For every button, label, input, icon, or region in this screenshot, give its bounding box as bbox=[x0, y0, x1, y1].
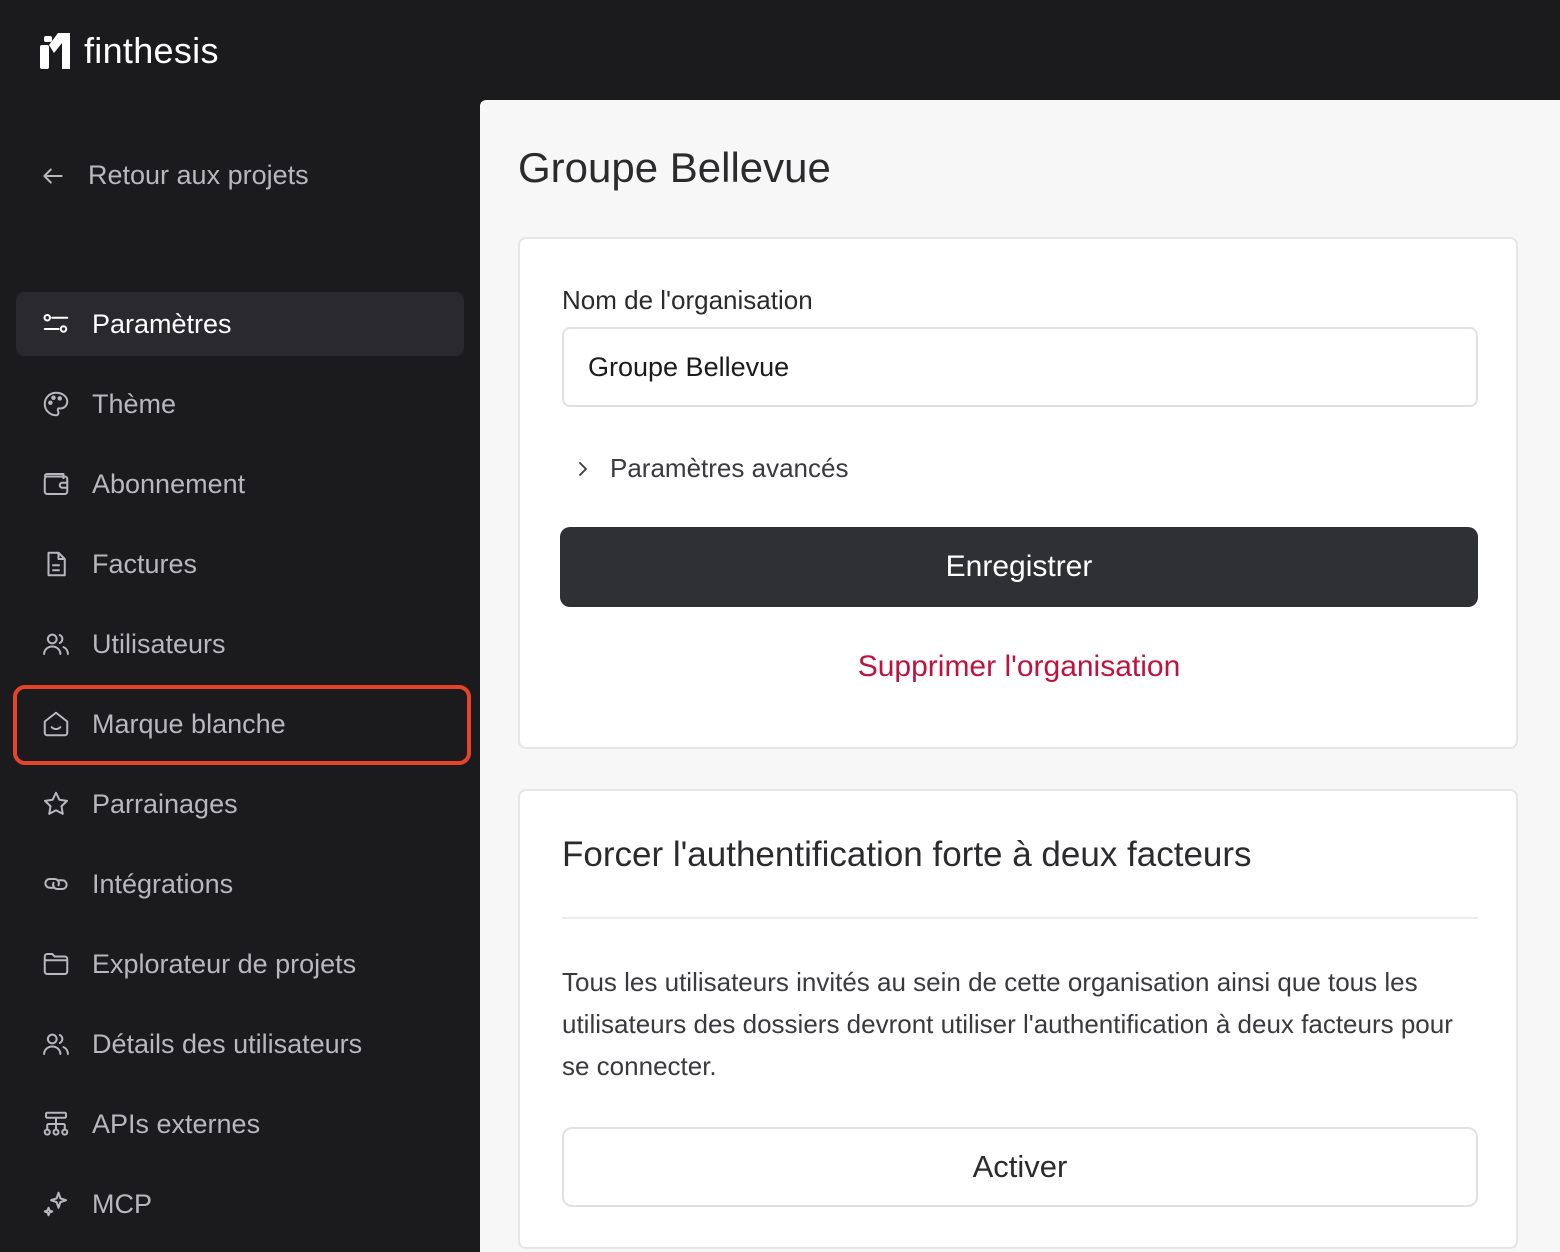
wallet-icon bbox=[40, 468, 72, 500]
divider bbox=[562, 917, 1478, 919]
sidebar-item-apis-externes[interactable]: APIs externes bbox=[16, 1092, 464, 1156]
sidebar: Retour aux projets Paramètres Thème Abon… bbox=[0, 100, 480, 1252]
arrow-left-icon bbox=[43, 168, 63, 183]
organization-name-label: Nom de l'organisation bbox=[562, 285, 813, 315]
organization-card: Nom de l'organisation Paramètres avancés… bbox=[518, 237, 1518, 749]
enable-two-factor-button[interactable]: Activer bbox=[562, 1127, 1478, 1207]
delete-organization-button[interactable]: Supprimer l'organisation bbox=[560, 647, 1478, 687]
back-to-projects-label: Retour aux projets bbox=[88, 160, 309, 190]
two-factor-card: Forcer l'authentification forte à deux f… bbox=[518, 789, 1518, 1249]
sidebar-item-label: Explorateur de projets bbox=[92, 948, 357, 979]
brand-logo[interactable]: finthesis bbox=[40, 30, 219, 72]
sidebar-item-label: Abonnement bbox=[92, 468, 246, 499]
top-bar: finthesis bbox=[0, 0, 1560, 100]
sidebar-item-label: Utilisateurs bbox=[92, 628, 226, 659]
sidebar-item-parrainages[interactable]: Parrainages bbox=[16, 772, 464, 836]
sidebar-item-marque-blanche[interactable]: Marque blanche bbox=[16, 692, 464, 756]
back-to-projects-link[interactable]: Retour aux projets bbox=[40, 160, 309, 191]
sidebar-item-explorateur-de-projets[interactable]: Explorateur de projets bbox=[16, 932, 464, 996]
chevron-right-icon bbox=[579, 461, 587, 476]
two-factor-title: Forcer l'authentification forte à deux f… bbox=[562, 835, 1252, 874]
sidebar-item-label: Paramètres bbox=[92, 308, 232, 339]
sparkle-icon bbox=[40, 1188, 72, 1220]
sidebar-item-label: MCP bbox=[92, 1188, 152, 1219]
sidebar-item-integrations[interactable]: Intégrations bbox=[16, 852, 464, 916]
users-icon bbox=[40, 628, 72, 660]
sidebar-item-details-des-utilisateurs[interactable]: Détails des utilisateurs bbox=[16, 1012, 464, 1076]
advanced-settings-toggle[interactable]: Paramètres avancés bbox=[574, 453, 848, 484]
sidebar-item-label: Parrainages bbox=[92, 788, 238, 819]
sidebar-item-mcp[interactable]: MCP bbox=[16, 1172, 464, 1236]
sidebar-item-label: APIs externes bbox=[92, 1108, 261, 1139]
sidebar-item-label: Intégrations bbox=[92, 868, 234, 899]
sidebar-nav: Paramètres Thème Abonnement Factures Uti… bbox=[16, 292, 464, 1252]
advanced-settings-label: Paramètres avancés bbox=[610, 453, 849, 483]
link-icon bbox=[40, 868, 72, 900]
save-button[interactable]: Enregistrer bbox=[560, 527, 1478, 607]
star-icon bbox=[40, 788, 72, 820]
sidebar-item-parametres[interactable]: Paramètres bbox=[16, 292, 464, 356]
finthesis-logo-icon bbox=[40, 33, 70, 69]
sidebar-item-theme[interactable]: Thème bbox=[16, 372, 464, 436]
sidebar-item-label: Marque blanche bbox=[92, 708, 286, 739]
sidebar-item-abonnement[interactable]: Abonnement bbox=[16, 452, 464, 516]
hierarchy-icon bbox=[40, 1108, 72, 1140]
users-icon bbox=[40, 1028, 72, 1060]
two-factor-description: Tous les utilisateurs invités au sein de… bbox=[562, 967, 1453, 1081]
document-icon bbox=[40, 548, 72, 580]
home-smile-icon bbox=[40, 708, 72, 740]
sidebar-item-utilisateurs[interactable]: Utilisateurs bbox=[16, 612, 464, 676]
sidebar-item-label: Détails des utilisateurs bbox=[92, 1028, 363, 1059]
settings-sliders-icon bbox=[40, 308, 72, 340]
folder-icon bbox=[40, 948, 72, 980]
sidebar-item-label: Factures bbox=[92, 548, 198, 579]
organization-name-input[interactable] bbox=[562, 327, 1478, 407]
sidebar-item-factures[interactable]: Factures bbox=[16, 532, 464, 596]
palette-icon bbox=[40, 388, 72, 420]
page-title: Groupe Bellevue bbox=[518, 144, 831, 191]
sidebar-item-label: Thème bbox=[92, 388, 177, 419]
main-content: Groupe Bellevue Nom de l'organisation Pa… bbox=[480, 100, 1560, 1252]
brand-name: finthesis bbox=[84, 30, 219, 71]
